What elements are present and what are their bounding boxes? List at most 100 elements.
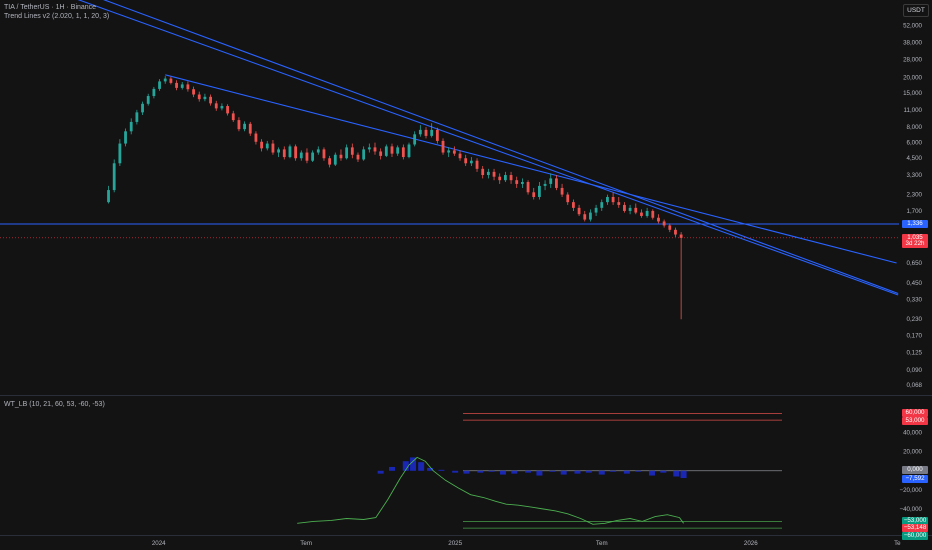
price-panel[interactable] [0,0,932,320]
candle-body[interactable] [418,129,422,135]
candle-body[interactable] [549,178,553,184]
oscillator-legend[interactable]: WT_LB (10, 21, 60, 53, -60, -53) [4,401,105,408]
candle-body[interactable] [333,154,337,165]
candle-body[interactable] [186,84,190,90]
candle-body[interactable] [311,152,315,161]
candle-body[interactable] [560,187,564,195]
candle-body[interactable] [373,147,377,152]
candle-body[interactable] [509,175,513,181]
candle-body[interactable] [356,154,360,160]
candle-body[interactable] [657,217,660,222]
candle-body[interactable] [515,180,519,184]
candle-body[interactable] [600,202,604,208]
candle-body[interactable] [668,225,672,230]
candle-body[interactable] [277,149,281,153]
candle-body[interactable] [390,146,394,154]
candle-body[interactable] [316,149,320,153]
candle-body[interactable] [469,160,473,164]
candle-body[interactable] [583,214,587,220]
candle-body[interactable] [572,202,575,208]
candle-body[interactable] [594,207,598,213]
candle-body[interactable] [401,147,405,158]
candle-body[interactable] [611,196,615,203]
candle-body[interactable] [254,133,258,142]
candle-body[interactable] [158,81,161,89]
candle-body[interactable] [651,210,655,218]
candle-body[interactable] [674,229,677,235]
candle-body[interactable] [152,88,156,97]
candle-body[interactable] [345,147,349,159]
candle-body[interactable] [288,146,292,158]
candle-body[interactable] [407,144,411,158]
candle-body[interactable] [129,121,133,132]
candle-body[interactable] [640,212,643,216]
candle-body[interactable] [231,113,235,121]
candle-body[interactable] [146,96,150,104]
candle-body[interactable] [617,202,621,205]
candle-body[interactable] [141,103,144,113]
candle-body[interactable] [464,158,468,164]
candle-body[interactable] [379,151,383,156]
candle-body[interactable] [543,183,547,186]
candle-body[interactable] [362,149,366,160]
candle-body[interactable] [124,131,127,144]
candle-body[interactable] [197,94,201,100]
candle-body[interactable] [424,129,428,136]
candle-body[interactable] [135,112,139,122]
candle-body[interactable] [265,143,269,149]
candle-body[interactable] [384,146,388,156]
candle-body[interactable] [243,123,246,130]
candle-body[interactable] [169,78,173,83]
candle-body[interactable] [498,176,502,181]
candle-body[interactable] [662,221,666,226]
wt1-line[interactable] [297,456,684,525]
trend-line-lower-1[interactable] [13,0,899,296]
candle-body[interactable] [248,123,252,134]
chart-canvas[interactable]: 52,000 38,000 28,000 20,000 15,000 11,000 8,00… [0,0,932,550]
candle-body[interactable] [623,204,626,211]
candle-body[interactable] [209,96,212,104]
candle-body[interactable] [294,146,298,159]
candle-body[interactable] [260,141,264,149]
indicator-legend[interactable]: Trend Lines v2 (2.020, 1, 1, 20, 3) [4,13,109,20]
candle-body[interactable] [679,234,683,238]
candle-body[interactable] [430,129,434,136]
candle-body[interactable] [396,147,400,154]
candle-body[interactable] [339,154,343,159]
currency-button[interactable]: USDT [903,4,929,17]
candle-body[interactable] [299,152,303,159]
candle-body[interactable] [566,194,570,203]
candle-body[interactable] [214,103,218,109]
candle-body[interactable] [413,134,417,145]
candle-body[interactable] [441,140,445,153]
oscillator-panel[interactable] [297,413,782,529]
candle-body[interactable] [475,160,479,169]
candle-body[interactable] [492,171,496,177]
candle-body[interactable] [458,153,462,159]
candle-body[interactable] [220,106,224,109]
candle-body[interactable] [526,182,530,193]
candle-body[interactable] [271,143,275,153]
candle-body[interactable] [163,78,167,82]
candle-body[interactable] [452,150,456,154]
candle-body[interactable] [435,129,439,141]
candle-body[interactable] [180,84,184,88]
candle-body[interactable] [481,168,485,176]
trend-line-lower-2[interactable] [1,0,899,295]
candle-body[interactable] [322,149,326,159]
candle-body[interactable] [328,158,332,165]
candle-body[interactable] [282,149,286,158]
candle-body[interactable] [520,182,524,184]
candle-body[interactable] [350,147,354,155]
candle-body[interactable] [606,196,609,203]
candle-body[interactable] [577,207,581,215]
candle-body[interactable] [112,163,116,191]
candle-body[interactable] [538,185,541,197]
candle-body[interactable] [237,120,241,130]
candle-body[interactable] [367,147,371,150]
candle-body[interactable] [532,192,536,197]
candle-body[interactable] [486,171,490,176]
candle-body[interactable] [118,143,122,164]
candle-body[interactable] [634,207,638,213]
candle-body[interactable] [645,210,649,216]
